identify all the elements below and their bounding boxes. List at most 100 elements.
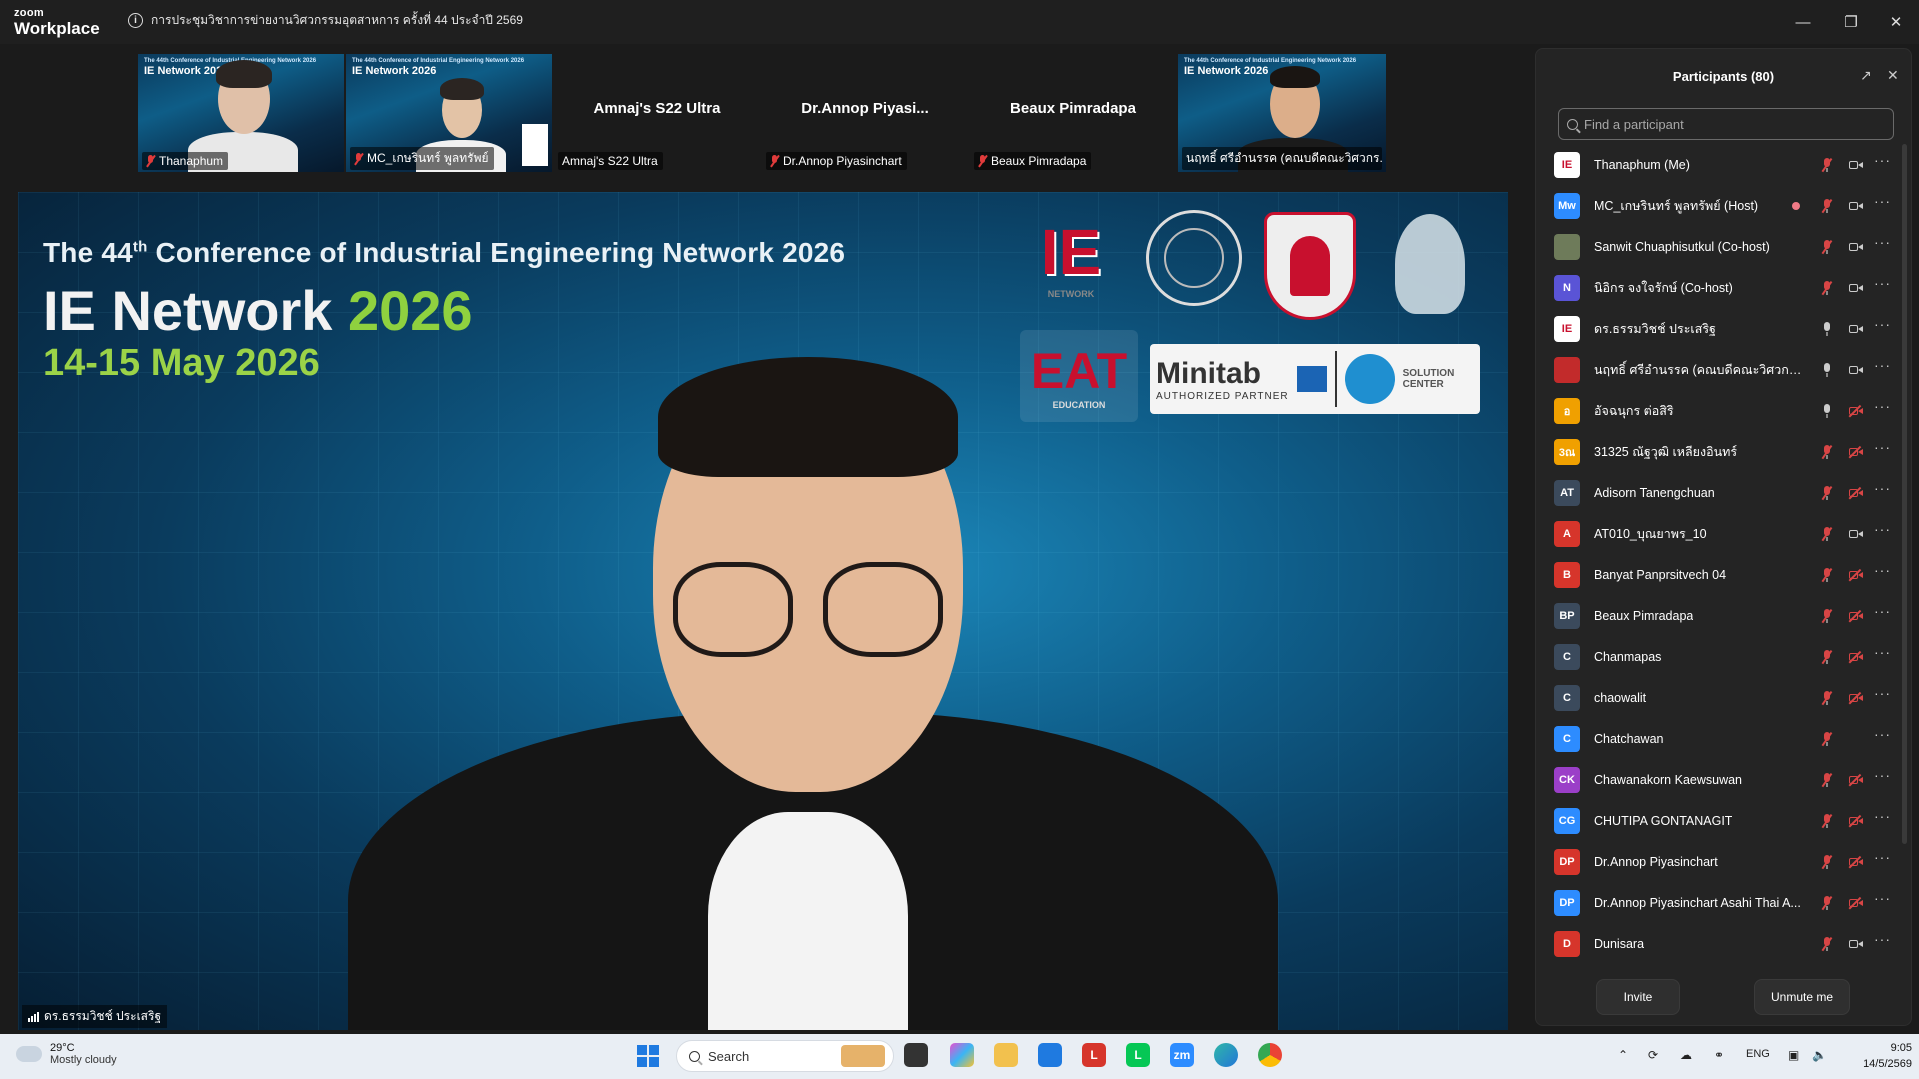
mic-muted-icon[interactable]: [1822, 526, 1832, 541]
video-off-icon[interactable]: [1849, 447, 1863, 457]
mic-muted-icon[interactable]: [1822, 649, 1832, 664]
app-l-icon[interactable]: L: [1082, 1043, 1106, 1067]
info-icon[interactable]: i: [128, 13, 143, 28]
participant-search[interactable]: [1558, 108, 1894, 140]
video-icon[interactable]: [1849, 201, 1863, 211]
mic-muted-icon[interactable]: [1822, 239, 1832, 254]
mic-muted-icon[interactable]: [1822, 854, 1832, 869]
task-view-icon[interactable]: [904, 1043, 928, 1067]
zoom-taskbar-icon[interactable]: zm: [1170, 1043, 1194, 1067]
chevron-up-icon[interactable]: ⌃: [1618, 1048, 1628, 1062]
system-clock[interactable]: 9:05 14/5/2569: [1856, 1040, 1912, 1072]
more-options-icon[interactable]: ···: [1874, 685, 1891, 701]
video-off-icon[interactable]: [1849, 652, 1863, 662]
more-options-icon[interactable]: ···: [1874, 357, 1891, 373]
participant-row[interactable]: DP Dr.Annop Piyasinchart ···: [1536, 841, 1896, 882]
video-off-icon[interactable]: [1849, 570, 1863, 580]
participant-row[interactable]: CK Chawanakorn Kaewsuwan ···: [1536, 759, 1896, 800]
participant-row[interactable]: อ อัจฉนุกร ต่อสิริ ···: [1536, 390, 1896, 431]
mic-muted-icon[interactable]: [1822, 567, 1832, 582]
thumbnail-video[interactable]: The 44th Conference of Industrial Engine…: [138, 54, 344, 172]
chrome-icon[interactable]: [1258, 1043, 1282, 1067]
mic-icon[interactable]: [1822, 362, 1832, 377]
meeting-info[interactable]: i การประชุมวิชาการข่ายงานวิศวกรรมอุตสาหก…: [128, 11, 523, 30]
participant-row[interactable]: DP Dr.Annop Piyasinchart Asahi Thai A... ·…: [1536, 882, 1896, 923]
video-icon[interactable]: [1849, 939, 1863, 949]
restore-icon[interactable]: ❐: [1838, 10, 1864, 34]
more-options-icon[interactable]: ···: [1874, 275, 1891, 291]
participant-row[interactable]: BP Beaux Pimradapa ···: [1536, 595, 1896, 636]
line-icon[interactable]: L: [1126, 1043, 1150, 1067]
participant-row[interactable]: C Chatchawan ···: [1536, 718, 1896, 759]
participant-row[interactable]: A AT010_บุณยาพร_10 ···: [1536, 513, 1896, 554]
more-options-icon[interactable]: ···: [1874, 931, 1891, 947]
more-options-icon[interactable]: ···: [1874, 480, 1891, 496]
close-window-icon[interactable]: ✕: [1883, 10, 1909, 34]
mic-muted-icon[interactable]: [1822, 608, 1832, 623]
network-icon[interactable]: ▣: [1788, 1048, 1799, 1062]
participant-row[interactable]: N นิอิกร จงใจรักษ์ (Co-host) ···: [1536, 267, 1896, 308]
copilot-icon[interactable]: [950, 1043, 974, 1067]
mic-muted-icon[interactable]: [1822, 280, 1832, 295]
unmute-me-button[interactable]: Unmute me: [1754, 979, 1850, 1015]
participant-row[interactable]: IE ดร.ธรรมวิชช์ ประเสริฐ ···: [1536, 308, 1896, 349]
more-options-icon[interactable]: ···: [1874, 398, 1891, 414]
mic-icon[interactable]: [1822, 321, 1832, 336]
start-icon[interactable]: [636, 1044, 660, 1068]
thumbnail-noimg[interactable]: Amnaj's S22 Ultra Amnaj's S22 Ultra: [554, 54, 760, 172]
mic-muted-icon[interactable]: [1822, 895, 1832, 910]
more-options-icon[interactable]: ···: [1874, 726, 1891, 742]
video-icon[interactable]: [1849, 283, 1863, 293]
more-options-icon[interactable]: ···: [1874, 890, 1891, 906]
close-panel-icon[interactable]: ✕: [1887, 67, 1899, 84]
thumbnail-video[interactable]: The 44th Conference of Industrial Engine…: [346, 54, 552, 172]
mic-muted-icon[interactable]: [1822, 157, 1832, 172]
popout-icon[interactable]: ↗: [1860, 67, 1872, 84]
mic-muted-icon[interactable]: [1822, 813, 1832, 828]
video-icon[interactable]: [1849, 324, 1863, 334]
more-options-icon[interactable]: ···: [1874, 644, 1891, 660]
video-off-icon[interactable]: [1849, 816, 1863, 826]
video-icon[interactable]: [1849, 160, 1863, 170]
more-options-icon[interactable]: ···: [1874, 234, 1891, 250]
invite-button[interactable]: Invite: [1596, 979, 1680, 1015]
more-options-icon[interactable]: ···: [1874, 849, 1891, 865]
taskbar-search[interactable]: Search: [676, 1040, 894, 1072]
participant-row[interactable]: Sanwit Chuaphisutkul (Co-host) ···: [1536, 226, 1896, 267]
more-options-icon[interactable]: ···: [1874, 562, 1891, 578]
mic-muted-icon[interactable]: [1822, 690, 1832, 705]
minimize-icon[interactable]: —: [1790, 10, 1816, 34]
participant-row[interactable]: Mw MC_เกษรินทร์ พูลทรัพย์ (Host) ···: [1536, 185, 1896, 226]
more-options-icon[interactable]: ···: [1874, 439, 1891, 455]
participant-row[interactable]: 3ณ 31325 ณัฐวุฒิ เหลียงอินทร์ ···: [1536, 431, 1896, 472]
more-options-icon[interactable]: ···: [1874, 521, 1891, 537]
mic-muted-icon[interactable]: [1822, 772, 1832, 787]
volume-icon[interactable]: 🔈: [1812, 1048, 1827, 1062]
thumbnail-noimg[interactable]: Dr.Annop Piyasi... Dr.Annop Piyasinchart: [762, 54, 968, 172]
mic-icon[interactable]: [1822, 403, 1832, 418]
more-options-icon[interactable]: ···: [1874, 603, 1891, 619]
more-options-icon[interactable]: ···: [1874, 193, 1891, 209]
video-off-icon[interactable]: [1849, 406, 1863, 416]
language-indicator[interactable]: ENG: [1746, 1048, 1770, 1060]
participant-row[interactable]: IE Thanaphum (Me) ···: [1536, 144, 1896, 185]
store-icon[interactable]: [1038, 1043, 1062, 1067]
participant-row[interactable]: B Banyat Panprsitvech 04 ···: [1536, 554, 1896, 595]
mic-muted-icon[interactable]: [1822, 485, 1832, 500]
video-icon[interactable]: [1849, 365, 1863, 375]
more-options-icon[interactable]: ···: [1874, 316, 1891, 332]
video-off-icon[interactable]: [1849, 611, 1863, 621]
thumbnail-noimg[interactable]: Beaux Pimradapa Beaux Pimradapa: [970, 54, 1176, 172]
participant-row[interactable]: นฤทธิ์ ศรีอำนรรค (คณบดีคณะวิศวกรรมศ... ··…: [1536, 349, 1896, 390]
mic-muted-icon[interactable]: [1822, 444, 1832, 459]
file-explorer-icon[interactable]: [994, 1043, 1018, 1067]
cloud-off-icon[interactable]: ☁: [1680, 1048, 1692, 1062]
participant-row[interactable]: Cchaowalit ···: [1536, 677, 1896, 718]
thumbnail-video[interactable]: The 44th Conference of Industrial Engine…: [1178, 54, 1386, 172]
participant-list-scrollbar[interactable]: [1902, 144, 1907, 844]
mic-muted-icon[interactable]: [1822, 936, 1832, 951]
more-options-icon[interactable]: ···: [1874, 767, 1891, 783]
mic-muted-icon[interactable]: [1822, 198, 1832, 213]
video-off-icon[interactable]: [1849, 693, 1863, 703]
participant-search-input[interactable]: [1584, 116, 1884, 132]
